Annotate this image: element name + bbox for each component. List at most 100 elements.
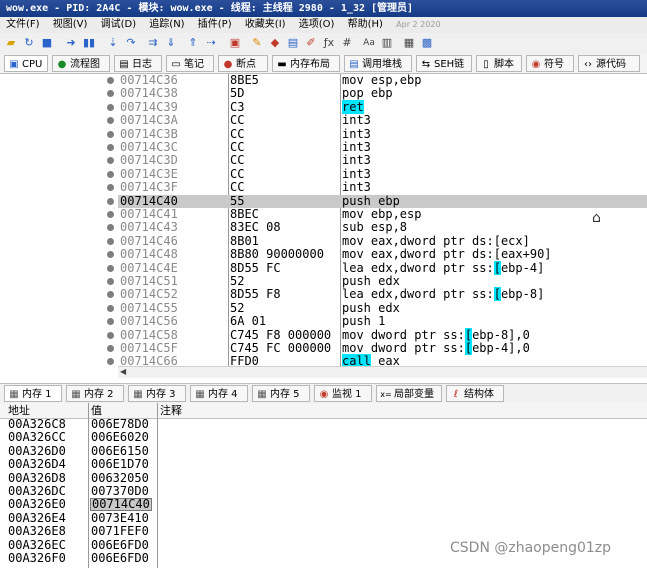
menu-trace[interactable]: 追踪(N) — [149, 19, 184, 30]
memory-row[interactable]: 00A326D4 006E1D70 — [0, 457, 160, 471]
breakpoint-dot-icon[interactable] — [107, 170, 114, 178]
disasm-row[interactable]: 00714C5F C745 FC 000000 mov dword ptr ss:[… — [118, 341, 647, 355]
menu-view[interactable]: 视图(V) — [53, 19, 88, 30]
fx-icon[interactable]: ƒx — [322, 36, 336, 50]
memory-row[interactable]: 00A326C8 006E78D0 — [0, 417, 160, 431]
tab-memory-5[interactable]: ▦ 内存 5 — [252, 385, 310, 402]
breakpoint-dot-icon[interactable] — [107, 264, 114, 272]
breakpoint-dot-icon[interactable] — [107, 358, 114, 366]
disasm-row[interactable]: 00714C38 5D pop ebp — [118, 86, 647, 100]
open-icon[interactable]: ▰ — [4, 36, 18, 50]
hash-icon[interactable]: # — [340, 36, 354, 50]
step-over-alt-icon[interactable]: ⇉ — [146, 36, 160, 50]
tab-memory-2[interactable]: ▦ 内存 2 — [66, 385, 124, 402]
tab-log[interactable]: ▤ 日志 — [114, 55, 162, 72]
memory-value[interactable]: 006E78D0 — [91, 417, 149, 431]
script-icon[interactable]: ▤ — [286, 36, 300, 50]
disasm-row[interactable]: 00714C56 6A 01 push 1 — [118, 314, 647, 328]
calculator-icon[interactable]: ▦ — [402, 36, 416, 50]
breakpoint-dot-icon[interactable] — [107, 103, 114, 111]
stop-icon[interactable]: ■ — [40, 36, 54, 50]
breakpoint-dot-icon[interactable] — [107, 224, 114, 232]
menu-options[interactable]: 选项(O) — [299, 19, 335, 30]
memory-row[interactable]: 00A326F0 006E6FD0 — [0, 551, 160, 565]
disasm-row[interactable]: 00714C3F CC int3 — [118, 180, 647, 194]
memory-row[interactable]: 00A326EC 006E6FD0 — [0, 538, 160, 552]
run-to-user-icon[interactable]: ⇓ — [164, 36, 178, 50]
breakpoint-dot-icon[interactable] — [107, 318, 114, 326]
breakpoint-dot-icon[interactable] — [107, 251, 114, 259]
header-address[interactable]: 地址 — [8, 403, 30, 418]
animate-icon[interactable]: ⇢ — [204, 36, 218, 50]
memory-value[interactable]: 006E1D70 — [91, 457, 149, 471]
disassembly-view[interactable]: 00714C36 8BE5 mov esp,ebp 00714C38 5D pop ebp… — [118, 73, 647, 369]
tab-memory-3[interactable]: ▦ 内存 3 — [128, 385, 186, 402]
disasm-row[interactable]: 00714C3D CC int3 — [118, 153, 647, 167]
tab-cpu[interactable]: ▣ CPU — [4, 55, 48, 72]
log-icon[interactable]: ▥ — [380, 36, 394, 50]
header-comment[interactable]: 注释 — [160, 403, 182, 418]
menu-favourites[interactable]: 收藏夹(I) — [245, 19, 286, 30]
disasm-row[interactable]: 00714C39 C3 ret — [118, 99, 647, 114]
pause-icon[interactable]: ▮▮ — [82, 36, 96, 50]
disasm-row[interactable]: 00714C3E CC int3 — [118, 167, 647, 181]
disasm-row[interactable]: 00714C51 52 push edx — [118, 274, 647, 288]
breakpoint-dot-icon[interactable] — [107, 211, 114, 218]
memory-value[interactable]: 00714C40 — [90, 498, 152, 512]
breakpoint-dot-icon[interactable] — [107, 77, 114, 84]
menu-plugins[interactable]: 插件(P) — [198, 19, 232, 30]
comment-icon[interactable]: ✐ — [304, 36, 318, 50]
disasm-row[interactable]: 00714C36 8BE5 mov esp,ebp — [118, 73, 647, 87]
breakpoint-dot-icon[interactable] — [107, 278, 114, 285]
disasm-row[interactable]: 00714C3B CC int3 — [118, 127, 647, 141]
tab-symbols[interactable]: ◉ 符号 — [526, 55, 574, 72]
memory-row[interactable]: 00A326DC 007370D0 — [0, 484, 160, 498]
tab-call-stack[interactable]: ▤ 调用堆栈 — [344, 55, 412, 72]
font-icon[interactable]: Aa — [362, 36, 376, 50]
memory-row[interactable]: 00A326D8 00632050 — [0, 471, 160, 485]
disasm-row[interactable]: 00714C40 55 push ebp — [118, 194, 647, 208]
memory-value[interactable]: 007370D0 — [91, 484, 149, 498]
tab-struct[interactable]: ℓ 结构体 — [446, 385, 504, 402]
breakpoint-dot-icon[interactable] — [107, 237, 114, 245]
scroll-left-icon[interactable]: ◀ — [120, 367, 126, 376]
step-over-icon[interactable]: ↷ — [124, 36, 138, 50]
menu-debug[interactable]: 调试(D) — [101, 19, 137, 30]
execute-till-return-icon[interactable]: ⇑ — [186, 36, 200, 50]
breakpoint-dot-icon[interactable] — [107, 90, 114, 98]
disasm-row[interactable]: 00714C48 8B80 90000000 mov eax,dword ptr d… — [118, 247, 647, 261]
breakpoint-dot-icon[interactable] — [107, 291, 114, 299]
patch-icon[interactable]: ✎ — [250, 36, 264, 50]
disasm-row[interactable]: 00714C3A CC int3 — [118, 113, 647, 127]
breakpoint-dot-icon[interactable] — [107, 117, 114, 125]
memory-row[interactable]: 00A326E8 0071FEF0 — [0, 524, 160, 538]
breakpoint-dot-icon[interactable] — [107, 331, 114, 339]
cpu-icon[interactable]: ▩ — [420, 36, 434, 50]
disasm-row[interactable]: 00714C52 8D55 F8 lea edx,dword ptr ss:[ebp… — [118, 287, 647, 302]
memory-value[interactable]: 00632050 — [91, 471, 149, 485]
memory-icon[interactable]: ◆ — [268, 36, 282, 50]
tab-locals[interactable]: x= 局部变量 — [376, 385, 442, 402]
memory-value[interactable]: 0071FEF0 — [91, 524, 149, 538]
memory-value[interactable]: 006E6FD0 — [91, 551, 149, 565]
tab-memory-1[interactable]: ▦ 内存 1 — [4, 385, 62, 402]
disassembly-horizontal-scrollbar[interactable]: ◀ — [118, 366, 647, 378]
memory-row[interactable]: 00A326CC 006E6020 — [0, 430, 160, 444]
menu-help[interactable]: 帮助(H) — [348, 19, 383, 30]
step-into-icon[interactable]: ⇣ — [106, 36, 120, 50]
disasm-row[interactable]: 00714C58 C745 F8 000000 mov dword ptr ss:[… — [118, 327, 647, 342]
tab-graph[interactable]: ● 流程图 — [52, 55, 110, 72]
disasm-row[interactable]: 00714C55 52 push edx — [118, 301, 647, 315]
disasm-row[interactable]: 00714C46 8B01 mov eax,dword ptr ds:[ecx] — [118, 234, 647, 248]
tab-script[interactable]: ▯ 脚本 — [476, 55, 522, 72]
run-icon[interactable]: ➜ — [64, 36, 78, 50]
memory-value[interactable]: 0073E410 — [91, 511, 149, 525]
breakpoint-gutter[interactable] — [104, 74, 118, 378]
tab-source[interactable]: ‹› 源代码 — [578, 55, 640, 72]
disasm-row[interactable]: 00714C43 83EC 08 sub esp,8 — [118, 220, 647, 234]
memory-row[interactable]: 00A326E4 0073E410 — [0, 511, 160, 525]
tab-seh[interactable]: ⇆ SEH链 — [416, 55, 472, 72]
breakpoint-dot-icon[interactable] — [107, 345, 114, 352]
breakpoint-dot-icon[interactable] — [107, 144, 114, 151]
tab-memory-4[interactable]: ▦ 内存 4 — [190, 385, 248, 402]
